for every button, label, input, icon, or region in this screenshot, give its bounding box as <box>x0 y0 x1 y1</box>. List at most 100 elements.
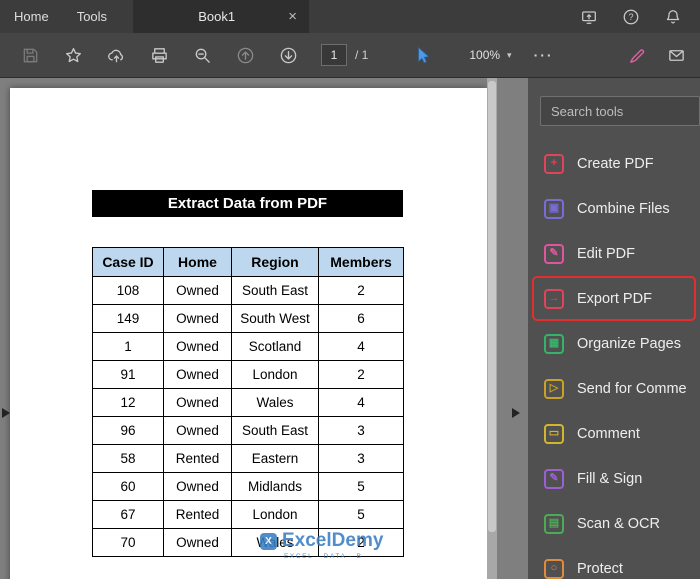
table-cell: 3 <box>318 416 404 445</box>
print-icon[interactable] <box>143 39 175 71</box>
tool-item-send-for-comme[interactable]: ▷ Send for Comme <box>532 366 696 411</box>
table-cell: Owned <box>163 360 232 389</box>
table-cell: Eastern <box>231 444 319 473</box>
toolbar-overflow-button[interactable]: ··· <box>534 47 554 63</box>
table-cell: 91 <box>92 360 164 389</box>
pdf-table: Case ID Home Region Members 108 Owned South E… <box>92 247 404 557</box>
table-row: 58 Rented Eastern 3 <box>92 444 404 473</box>
table-row: 67 Rented London 5 <box>92 500 404 529</box>
tool-item-protect[interactable]: ○ Protect <box>532 546 696 579</box>
table-cell: 96 <box>92 416 164 445</box>
zoom-search-icon[interactable] <box>186 39 218 71</box>
tools-list: + Create PDF ▣ Combine Files ✎ Edit PDF → Expor… <box>528 141 700 579</box>
table-cell: South East <box>231 276 319 305</box>
save-icon[interactable] <box>14 39 46 71</box>
table-cell: 149 <box>92 304 164 333</box>
table-row: 60 Owned Midlands 5 <box>92 472 404 501</box>
table-cell: South East <box>231 416 319 445</box>
exceldemy-logo-icon: X <box>260 532 277 550</box>
tool-item-combine-files[interactable]: ▣ Combine Files <box>532 186 696 231</box>
table-cell: 5 <box>318 500 404 529</box>
select-cursor-icon[interactable] <box>406 39 438 71</box>
table-cell: 3 <box>318 444 404 473</box>
table-cell: 4 <box>318 332 404 361</box>
tool-item-fill-sign[interactable]: ✎ Fill & Sign <box>532 456 696 501</box>
document-title-banner: Extract Data from PDF <box>92 190 403 217</box>
table-header-cell: Members <box>318 247 404 277</box>
arrow-up-icon[interactable] <box>229 39 261 71</box>
tool-label: Edit PDF <box>577 245 636 262</box>
tool-item-scan-ocr[interactable]: ▤ Scan & OCR <box>532 501 696 546</box>
tool-item-export-pdf[interactable]: → Export PDF <box>532 276 696 321</box>
chevron-down-icon[interactable]: ▾ <box>507 50 512 61</box>
page-number-input[interactable] <box>321 44 347 66</box>
tool-label: Scan & OCR <box>577 515 660 532</box>
left-panel-expand-icon[interactable] <box>2 408 10 418</box>
star-icon[interactable] <box>57 39 89 71</box>
vertical-scrollbar[interactable] <box>487 78 497 579</box>
table-row: 91 Owned London 2 <box>92 360 404 389</box>
table-cell: Owned <box>163 416 232 445</box>
export-pdf-icon: → <box>544 288 564 309</box>
bell-icon[interactable] <box>664 8 682 26</box>
close-tab-icon[interactable]: × <box>288 9 297 24</box>
help-icon[interactable]: ? <box>622 8 640 26</box>
tool-item-create-pdf[interactable]: + Create PDF <box>532 141 696 186</box>
table-row: 12 Owned Wales 4 <box>92 388 404 417</box>
tools-panel: + Create PDF ▣ Combine Files ✎ Edit PDF → Expor… <box>528 78 700 579</box>
table-cell: Owned <box>163 528 232 557</box>
search-input[interactable] <box>540 96 700 126</box>
table-cell: South West <box>231 304 319 333</box>
fill-sign-pen-icon[interactable] <box>628 46 647 65</box>
svg-text:?: ? <box>628 12 633 22</box>
tool-label: Export PDF <box>577 290 652 307</box>
tab-tools[interactable]: Tools <box>63 0 121 33</box>
toolbar-right-icons <box>628 46 686 65</box>
watermark-brand: ExcelDemy <box>282 530 384 551</box>
arrow-down-icon[interactable] <box>272 39 304 71</box>
table-cell: Owned <box>163 472 232 501</box>
share-screen-icon[interactable] <box>580 8 598 26</box>
table-cell: London <box>231 360 319 389</box>
table-header-row: Case ID Home Region Members <box>92 247 404 277</box>
table-cell: 4 <box>318 388 404 417</box>
table-row: 96 Owned South East 3 <box>92 416 404 445</box>
zoom-control[interactable]: 100% ▾ <box>469 48 511 62</box>
comment-icon: ▭ <box>544 423 564 444</box>
table-cell: Owned <box>163 276 232 305</box>
edit-pdf-icon: ✎ <box>544 243 564 264</box>
table-cell: Midlands <box>231 472 319 501</box>
cloud-upload-icon[interactable] <box>100 39 132 71</box>
table-cell: Owned <box>163 332 232 361</box>
main-area: Extract Data from PDF Case ID Home Region M… <box>0 78 700 579</box>
table-row: 1 Owned Scotland 4 <box>92 332 404 361</box>
organize-pages-icon: ▦ <box>544 333 564 354</box>
tool-label: Comment <box>577 425 640 442</box>
table-row: 149 Owned South West 6 <box>92 304 404 333</box>
table-cell: 60 <box>92 472 164 501</box>
table-cell: London <box>231 500 319 529</box>
table-cell: Rented <box>163 444 232 473</box>
tools-panel-collapse-icon[interactable] <box>512 408 520 418</box>
table-header-cell: Home <box>163 247 232 277</box>
tab-bar: Home Tools Book1 × ? <box>0 0 700 33</box>
tool-item-comment[interactable]: ▭ Comment <box>532 411 696 456</box>
zoom-level-label: 100% <box>469 48 501 62</box>
combine-files-icon: ▣ <box>544 198 564 219</box>
fill-sign-icon: ✎ <box>544 468 564 489</box>
pdf-page: Extract Data from PDF Case ID Home Region M… <box>10 88 487 579</box>
scan-ocr-icon: ▤ <box>544 513 564 534</box>
tool-item-organize-pages[interactable]: ▦ Organize Pages <box>532 321 696 366</box>
table-cell: 108 <box>92 276 164 305</box>
tab-home[interactable]: Home <box>0 0 63 33</box>
create-pdf-icon: + <box>544 153 564 174</box>
document-tab-book1[interactable]: Book1 × <box>133 0 310 33</box>
scrollbar-thumb[interactable] <box>488 81 496 532</box>
watermark-tagline: EXCEL · DATA · B <box>284 553 363 560</box>
tool-item-edit-pdf[interactable]: ✎ Edit PDF <box>532 231 696 276</box>
table-cell: Owned <box>163 388 232 417</box>
envelope-icon[interactable] <box>667 46 686 65</box>
table-cell: 70 <box>92 528 164 557</box>
tool-label: Create PDF <box>577 155 654 172</box>
table-cell: 2 <box>318 276 404 305</box>
